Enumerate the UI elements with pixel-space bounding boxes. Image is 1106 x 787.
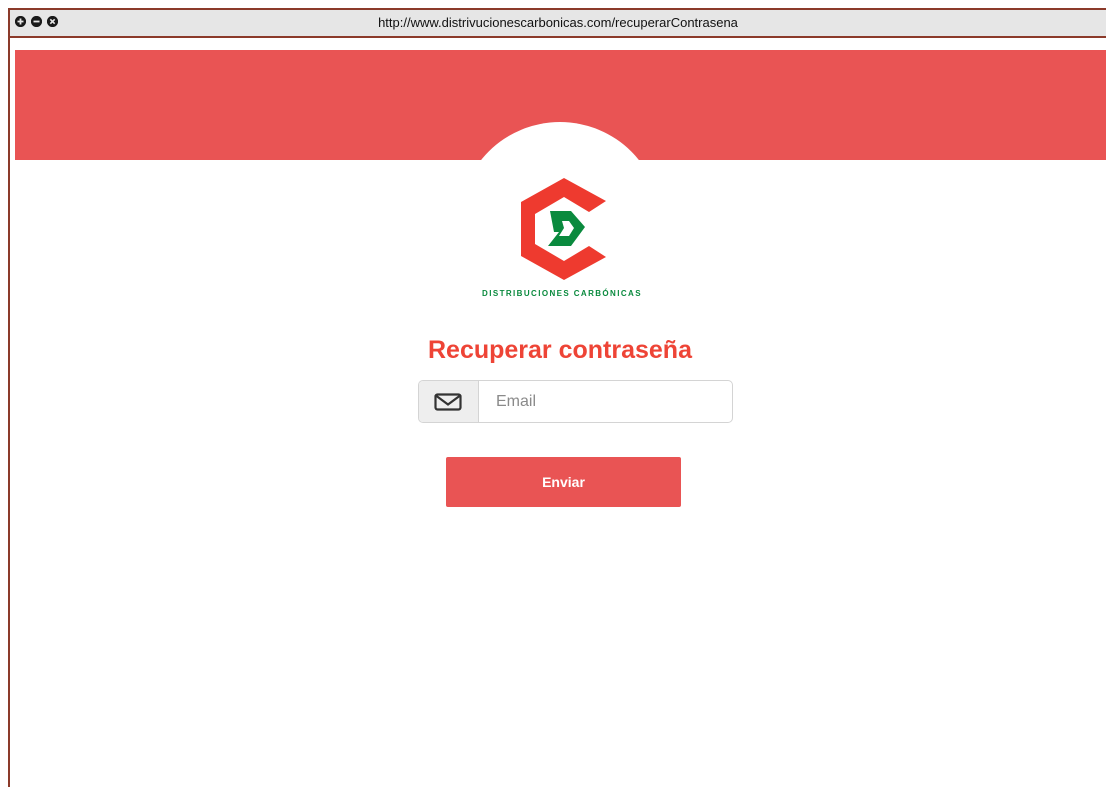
cd-hexagon-logo [521,178,606,280]
browser-titlebar: http://www.distrivucionescarbonicas.com/… [10,10,1106,38]
company-name: DISTRIBUCIONES CARBÓNICAS [482,289,642,298]
page-title: Recuperar contraseña [427,336,692,364]
address-bar-url[interactable]: http://www.distrivucionescarbonicas.com/… [10,10,1106,36]
browser-window: http://www.distrivucionescarbonicas.com/… [8,8,1106,787]
email-addon [419,381,479,422]
email-input-group [418,380,733,423]
envelope-icon [434,393,462,411]
email-field[interactable] [479,381,732,422]
submit-button[interactable]: Enviar [446,457,681,507]
page-content: DISTRIBUCIONES CARBÓNICAS Recuperar cont… [10,38,1106,787]
